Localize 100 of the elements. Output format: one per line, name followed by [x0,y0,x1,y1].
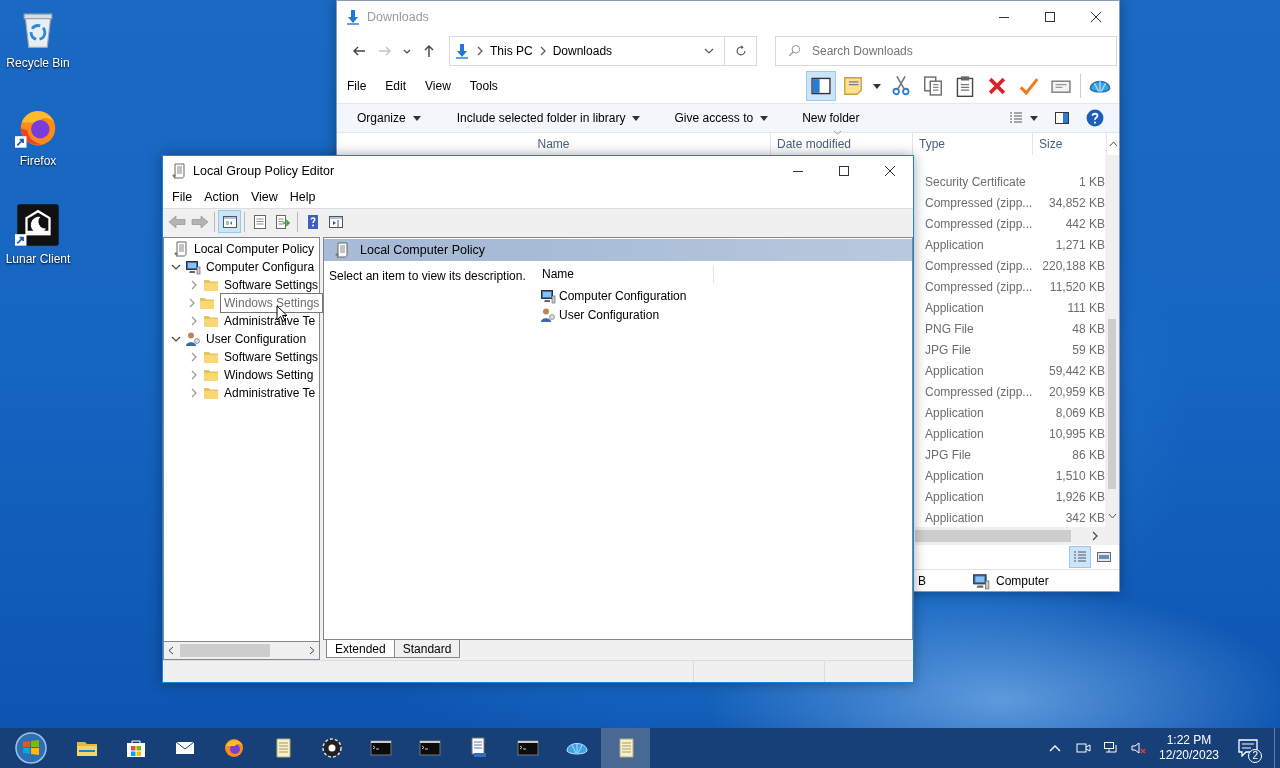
menu-item[interactable]: Edit [382,77,410,95]
download-arrow-icon [454,43,470,59]
note-icon [842,75,864,97]
start-orb-icon [14,731,48,765]
pane-layout-icon [810,75,832,97]
sort-caret-icon [833,130,842,135]
command-button[interactable]: New folder [799,104,863,132]
navpane-button[interactable] [806,71,836,101]
tab[interactable]: Standard [393,640,461,658]
caret-icon [873,83,881,89]
scroll-up-icon [1108,141,1118,147]
scroll-down-icon [1107,513,1117,519]
pane-title: Local Computer Policy [360,241,486,259]
horizontal-scrollbar[interactable] [915,527,1119,545]
search-field[interactable]: Search Downloads [775,36,1117,66]
delete-x-icon [986,75,1008,97]
tree-item[interactable]: Local Computer Policy [194,240,315,258]
expander-icon[interactable] [170,263,182,271]
desktop-icon-label[interactable]: Lunar Client [5,250,71,268]
menu-item[interactable]: File [344,77,370,95]
tab[interactable]: Extended [326,640,395,658]
table-cell-text: Compressed (zipp... [924,194,1034,212]
notifications-button[interactable]: 2 [1228,728,1268,768]
folder-icon [203,349,219,365]
table-cell-text: 8,069 KB [1054,404,1105,422]
user-icon [540,306,556,323]
table-cell-text: JPG File [924,341,972,359]
list-item[interactable]: Computer Configuration [559,286,687,305]
table-cell-text: 59,442 KB [1047,362,1105,380]
desktop-icon-label[interactable]: Firefox [19,152,57,170]
tree-item[interactable]: Computer Configura [206,258,315,276]
breadcrumb-item[interactable]: This PC [490,42,533,60]
computer-icon [540,287,556,304]
tree-item[interactable]: Administrative Te [224,312,316,330]
user-icon [185,331,201,347]
list-item[interactable]: User Configuration [559,305,660,324]
action-pane-icon [327,213,344,230]
export-list-icon [274,213,291,230]
column-header[interactable]: Type [913,133,1033,155]
policy-document-icon [173,241,189,257]
network-icon [1103,740,1119,756]
folder-icon [199,295,215,311]
table-cell-text: 342 KB [1064,509,1105,527]
tree-item[interactable]: User Configuration [206,330,307,348]
desktop-icon-label[interactable]: Recycle Bin [6,54,70,72]
scissors-icon [890,75,912,97]
menu-item[interactable]: File [169,187,196,207]
table-cell-text: 86 KB [1071,446,1105,464]
folder-icon [203,277,219,293]
table-cell-text: Application [924,236,985,254]
table-cell-text: Application [924,299,985,317]
menu-item[interactable]: Tools [466,77,501,95]
scrollbar-thumb[interactable] [180,644,270,657]
notification-icon [1238,739,1258,757]
tree-item[interactable]: Software Settings [224,348,319,366]
clock[interactable]: 1:22 PM 12/20/2023 [1156,728,1222,768]
expander-icon[interactable] [170,335,182,343]
scrollbar-thumb[interactable] [915,530,1071,542]
column-header[interactable]: Name [536,265,714,283]
tree-item[interactable]: Software Settings [224,276,319,294]
tree-pane-icon [221,213,238,230]
status-text: Computer [996,572,1049,590]
command-button[interactable]: Give access to [671,104,772,132]
breadcrumb-item[interactable]: Downloads [552,42,613,60]
tree-item[interactable]: Administrative Te [224,384,316,402]
folder-icon [203,385,219,401]
table-cell-text: 1,271 KB [1054,236,1105,254]
clipboard-icon [954,75,976,97]
chevron-down-icon [704,47,714,55]
command-button[interactable]: Organize [354,104,424,132]
menu-item[interactable]: View [247,187,281,207]
table-cell-text: 442 KB [1064,215,1105,233]
vertical-scrollbar[interactable] [1105,155,1119,527]
table-cell-text: 111 KB [1066,299,1105,317]
computer-icon [185,259,201,275]
menu-item[interactable]: Help [286,187,319,207]
tree-item[interactable]: Windows Setting [224,366,314,384]
tree-item[interactable]: Windows Settings [220,293,324,313]
maximize-icon [1045,12,1055,22]
menu-item[interactable]: Action [201,187,242,207]
caret-icon [632,115,641,121]
table-cell-text: 1,926 KB [1054,488,1105,506]
menu-item[interactable]: View [422,77,454,95]
command-button[interactable]: Include selected folder in library [453,104,644,132]
chevron-down-icon [171,263,181,271]
table-cell-text: 1,510 KB [1054,467,1105,485]
notification-count: 2 [1248,749,1262,763]
table-cell-text: 11,520 KB [1048,278,1105,296]
scrollbar-thumb[interactable] [1108,319,1116,489]
folder-icon [203,367,219,383]
table-cell-text: 20,959 KB [1047,383,1105,401]
refresh-icon [733,44,748,58]
maximize-icon [839,166,849,176]
address-bar[interactable]: This PC Downloads [449,36,757,66]
chevron-right-icon [476,46,484,56]
scroll-left-icon [168,646,174,655]
horizontal-scrollbar[interactable] [163,642,320,660]
close-icon [1091,12,1101,22]
forward-arrow-icon [190,214,209,229]
tree-button[interactable] [218,210,241,233]
